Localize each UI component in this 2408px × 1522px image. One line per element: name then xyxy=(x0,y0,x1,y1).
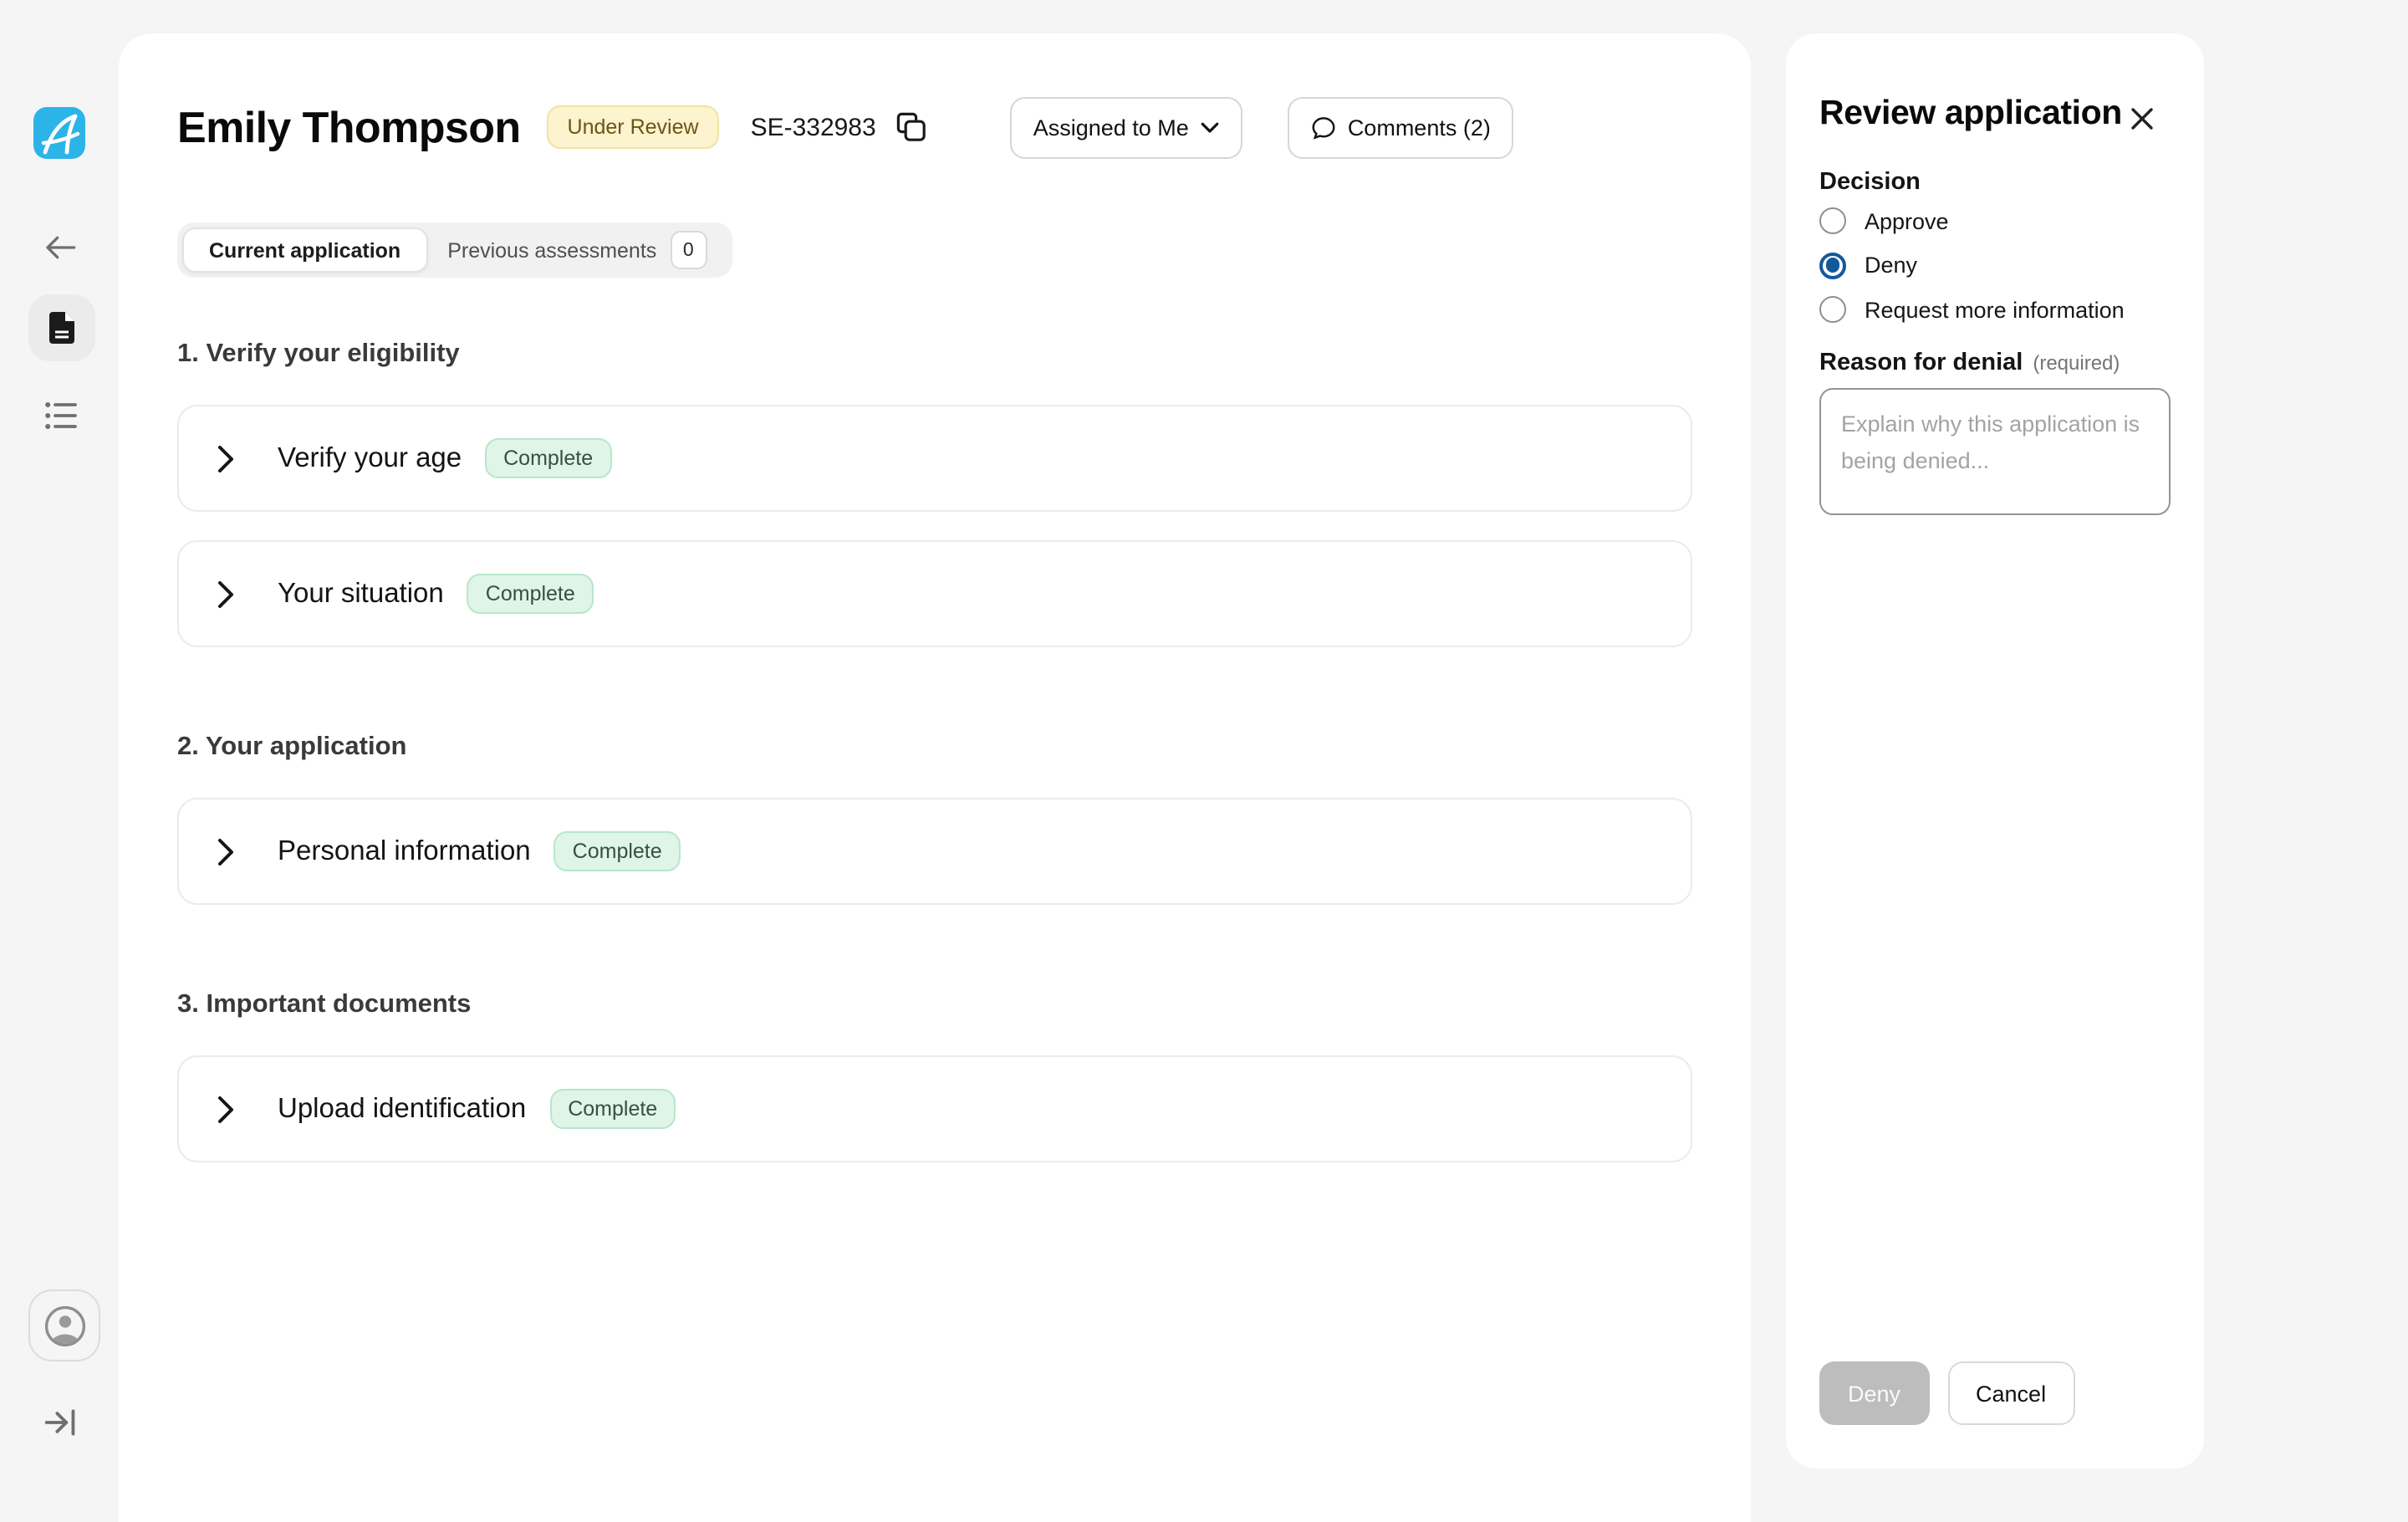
chevron-right-icon xyxy=(217,580,234,608)
collapse-sidebar-icon[interactable] xyxy=(43,1407,77,1438)
reason-for-denial-textarea[interactable] xyxy=(1819,388,2171,515)
speech-bubble-icon xyxy=(1311,115,1336,140)
complete-badge: Complete xyxy=(554,831,681,871)
panel-title: Review application xyxy=(1819,90,2171,137)
deny-button[interactable]: Deny xyxy=(1819,1361,1929,1425)
chevron-right-icon xyxy=(217,837,234,866)
review-application-panel: Review application Decision Approve Deny… xyxy=(1786,33,2204,1468)
required-hint: (required) xyxy=(2033,351,2120,375)
page-title: Emily Thompson xyxy=(177,101,521,153)
app-root: Emily Thompson Under Review SE-332983 As… xyxy=(0,0,2408,1505)
accordion-row-personal-information[interactable]: Personal information Complete xyxy=(177,798,1692,905)
accordion-row-upload-identification[interactable]: Upload identification Complete xyxy=(177,1055,1692,1162)
assigned-dropdown[interactable]: Assigned to Me xyxy=(1010,96,1242,158)
row-title: Upload identification xyxy=(278,1093,526,1125)
tab-current-label: Current application xyxy=(209,238,400,262)
radio-option-approve[interactable]: Approve xyxy=(1819,207,2171,234)
complete-badge: Complete xyxy=(485,438,611,478)
user-avatar-button[interactable] xyxy=(28,1290,100,1361)
radio-option-request-more-information[interactable]: Request more information xyxy=(1819,296,2171,323)
section-heading: 2. Your application xyxy=(177,731,1692,764)
case-header: Emily Thompson Under Review SE-332983 As… xyxy=(177,95,1692,159)
row-title: Verify your age xyxy=(278,442,462,474)
row-title: Personal information xyxy=(278,835,531,867)
complete-badge: Complete xyxy=(467,574,594,614)
radio-label: Deny xyxy=(1865,253,1917,278)
tab-current-application[interactable]: Current application xyxy=(182,227,427,273)
case-main-card: Emily Thompson Under Review SE-332983 As… xyxy=(119,33,1751,1522)
section-heading: 1. Verify your eligibility xyxy=(177,338,1692,371)
tab-previous-label: Previous assessments xyxy=(447,238,656,262)
tab-previous-count-badge: 0 xyxy=(670,231,707,269)
sidebar-item-list[interactable] xyxy=(43,400,77,430)
close-icon[interactable] xyxy=(2130,107,2154,130)
reason-for-denial-label: Reason for denial xyxy=(1819,348,2023,378)
complete-badge: Complete xyxy=(549,1089,676,1129)
radio-circle-icon[interactable] xyxy=(1819,207,1846,234)
sidebar xyxy=(0,0,119,1505)
copy-icon[interactable] xyxy=(896,112,926,142)
status-badge: Under Review xyxy=(548,105,719,149)
chevron-down-icon xyxy=(1201,121,1219,133)
radio-label: Request more information xyxy=(1865,297,2125,322)
panel-actions: Deny Cancel xyxy=(1819,1361,2074,1425)
back-arrow-icon[interactable] xyxy=(43,232,77,263)
app-logo-icon xyxy=(33,107,85,159)
case-id: SE-332983 xyxy=(751,113,876,141)
decision-label: Decision xyxy=(1819,167,2171,197)
accordion-row-verify-your-age[interactable]: Verify your age Complete xyxy=(177,405,1692,512)
radio-circle-icon[interactable] xyxy=(1819,296,1846,323)
chevron-right-icon xyxy=(217,1095,234,1123)
radio-label: Approve xyxy=(1865,208,1949,233)
person-circle-icon xyxy=(43,1304,86,1347)
bulleted-list-icon xyxy=(44,401,76,429)
chevron-right-icon xyxy=(217,444,234,472)
radio-option-deny[interactable]: Deny xyxy=(1819,252,2171,278)
section-heading: 3. Important documents xyxy=(177,988,1692,1022)
comments-button[interactable]: Comments (2) xyxy=(1288,96,1514,158)
tab-bar: Current application Previous assessments… xyxy=(177,222,732,278)
cancel-button[interactable]: Cancel xyxy=(1947,1361,2074,1425)
tab-previous-assessments[interactable]: Previous assessments 0 xyxy=(427,231,727,269)
accordion-row-your-situation[interactable]: Your situation Complete xyxy=(177,540,1692,647)
sidebar-item-application-document[interactable] xyxy=(28,294,95,361)
document-icon xyxy=(48,311,75,345)
radio-circle-selected-icon[interactable] xyxy=(1819,252,1846,278)
row-title: Your situation xyxy=(278,578,444,610)
assigned-dropdown-label: Assigned to Me xyxy=(1033,115,1189,140)
comments-button-label: Comments (2) xyxy=(1348,115,1491,140)
